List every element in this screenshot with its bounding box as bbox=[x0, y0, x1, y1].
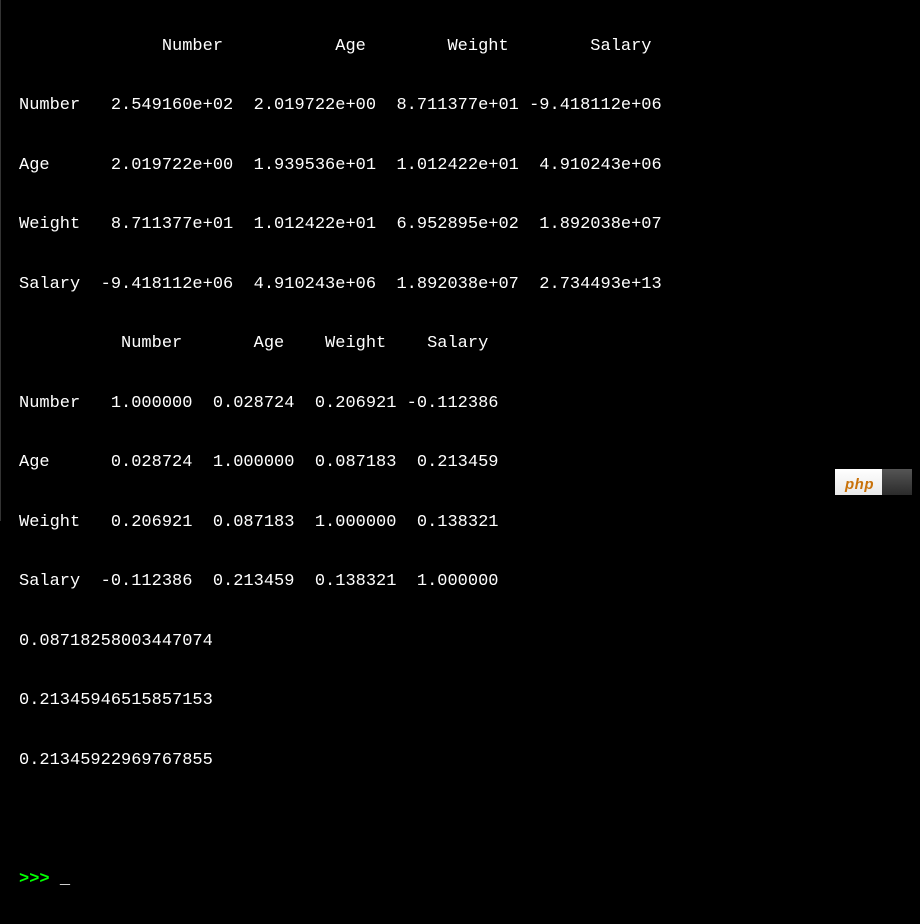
terminal-output: Number Age Weight Salary Number 2.549160… bbox=[1, 0, 920, 924]
cov-table-row: Weight 8.711377e+01 1.012422e+01 6.95289… bbox=[19, 210, 920, 240]
corr-table-header: Number Age Weight Salary bbox=[19, 329, 920, 359]
cursor: _ bbox=[60, 870, 70, 889]
cov-table-row: Age 2.019722e+00 1.939536e+01 1.012422e+… bbox=[19, 151, 920, 181]
cov-table-row: Number 2.549160e+02 2.019722e+00 8.71137… bbox=[19, 91, 920, 121]
corr-table-row: Number 1.000000 0.028724 0.206921 -0.112… bbox=[19, 389, 920, 419]
python-prompt: >>> bbox=[19, 870, 60, 889]
corr-table-row: Salary -0.112386 0.213459 0.138321 1.000… bbox=[19, 567, 920, 597]
scalar-value: 0.21345946515857153 bbox=[19, 686, 920, 716]
cov-table-header: Number Age Weight Salary bbox=[19, 32, 920, 62]
watermark-badge: php bbox=[835, 469, 912, 495]
corr-table-row: Weight 0.206921 0.087183 1.000000 0.1383… bbox=[19, 508, 920, 538]
corr-table-row: Age 0.028724 1.000000 0.087183 0.213459 bbox=[19, 448, 920, 478]
php-logo-icon: php bbox=[835, 469, 882, 495]
blank-line bbox=[19, 805, 920, 835]
scalar-value: 0.21345922969767855 bbox=[19, 746, 920, 776]
cov-table-row: Salary -9.418112e+06 4.910243e+06 1.8920… bbox=[19, 270, 920, 300]
scalar-value: 0.08718258003447074 bbox=[19, 627, 920, 657]
watermark-right bbox=[882, 469, 912, 495]
prompt-line[interactable]: >>> _ bbox=[19, 865, 920, 895]
